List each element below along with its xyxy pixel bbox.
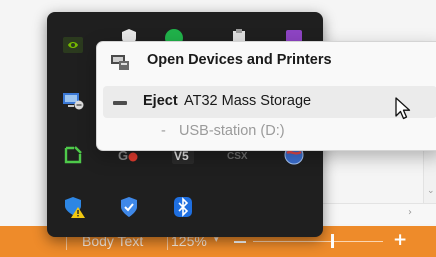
svg-text:CSX: CSX xyxy=(227,151,248,162)
menu-item-open-devices[interactable]: Open Devices and Printers xyxy=(103,45,436,77)
open-devices-label: Open Devices and Printers xyxy=(147,52,332,68)
volume-label: USB-station (D:) xyxy=(179,123,285,139)
defender-shield-icon[interactable] xyxy=(117,195,141,219)
zoom-in-button[interactable]: + xyxy=(393,230,407,250)
security-warning-icon[interactable] xyxy=(63,195,87,219)
volume-dash: - xyxy=(161,123,166,139)
nvidia-icon[interactable] xyxy=(61,33,85,57)
zoom-slider[interactable] xyxy=(253,241,383,242)
zoom-slider-thumb[interactable] xyxy=(331,234,335,248)
bluetooth-icon[interactable] xyxy=(171,195,195,219)
green-snip-icon[interactable] xyxy=(61,143,85,167)
menu-item-eject[interactable]: Eject AT32 Mass Storage xyxy=(103,86,436,118)
mouse-pointer-icon xyxy=(394,97,412,126)
eject-device-name: AT32 Mass Storage xyxy=(184,93,312,109)
zoom-out-button[interactable] xyxy=(234,241,246,243)
scroll-down-arrow-icon[interactable]: ⌄ xyxy=(427,186,435,196)
usb-drive-icon xyxy=(113,101,127,105)
devices-printers-icon xyxy=(108,50,132,74)
scroll-right-arrow-icon[interactable]: › xyxy=(408,207,412,218)
network-drive-icon[interactable] xyxy=(61,88,85,112)
eject-label: Eject xyxy=(143,93,178,109)
tray-context-menu: Open Devices and Printers Eject AT32 Mas… xyxy=(96,41,436,151)
svg-text:V5: V5 xyxy=(174,149,189,163)
